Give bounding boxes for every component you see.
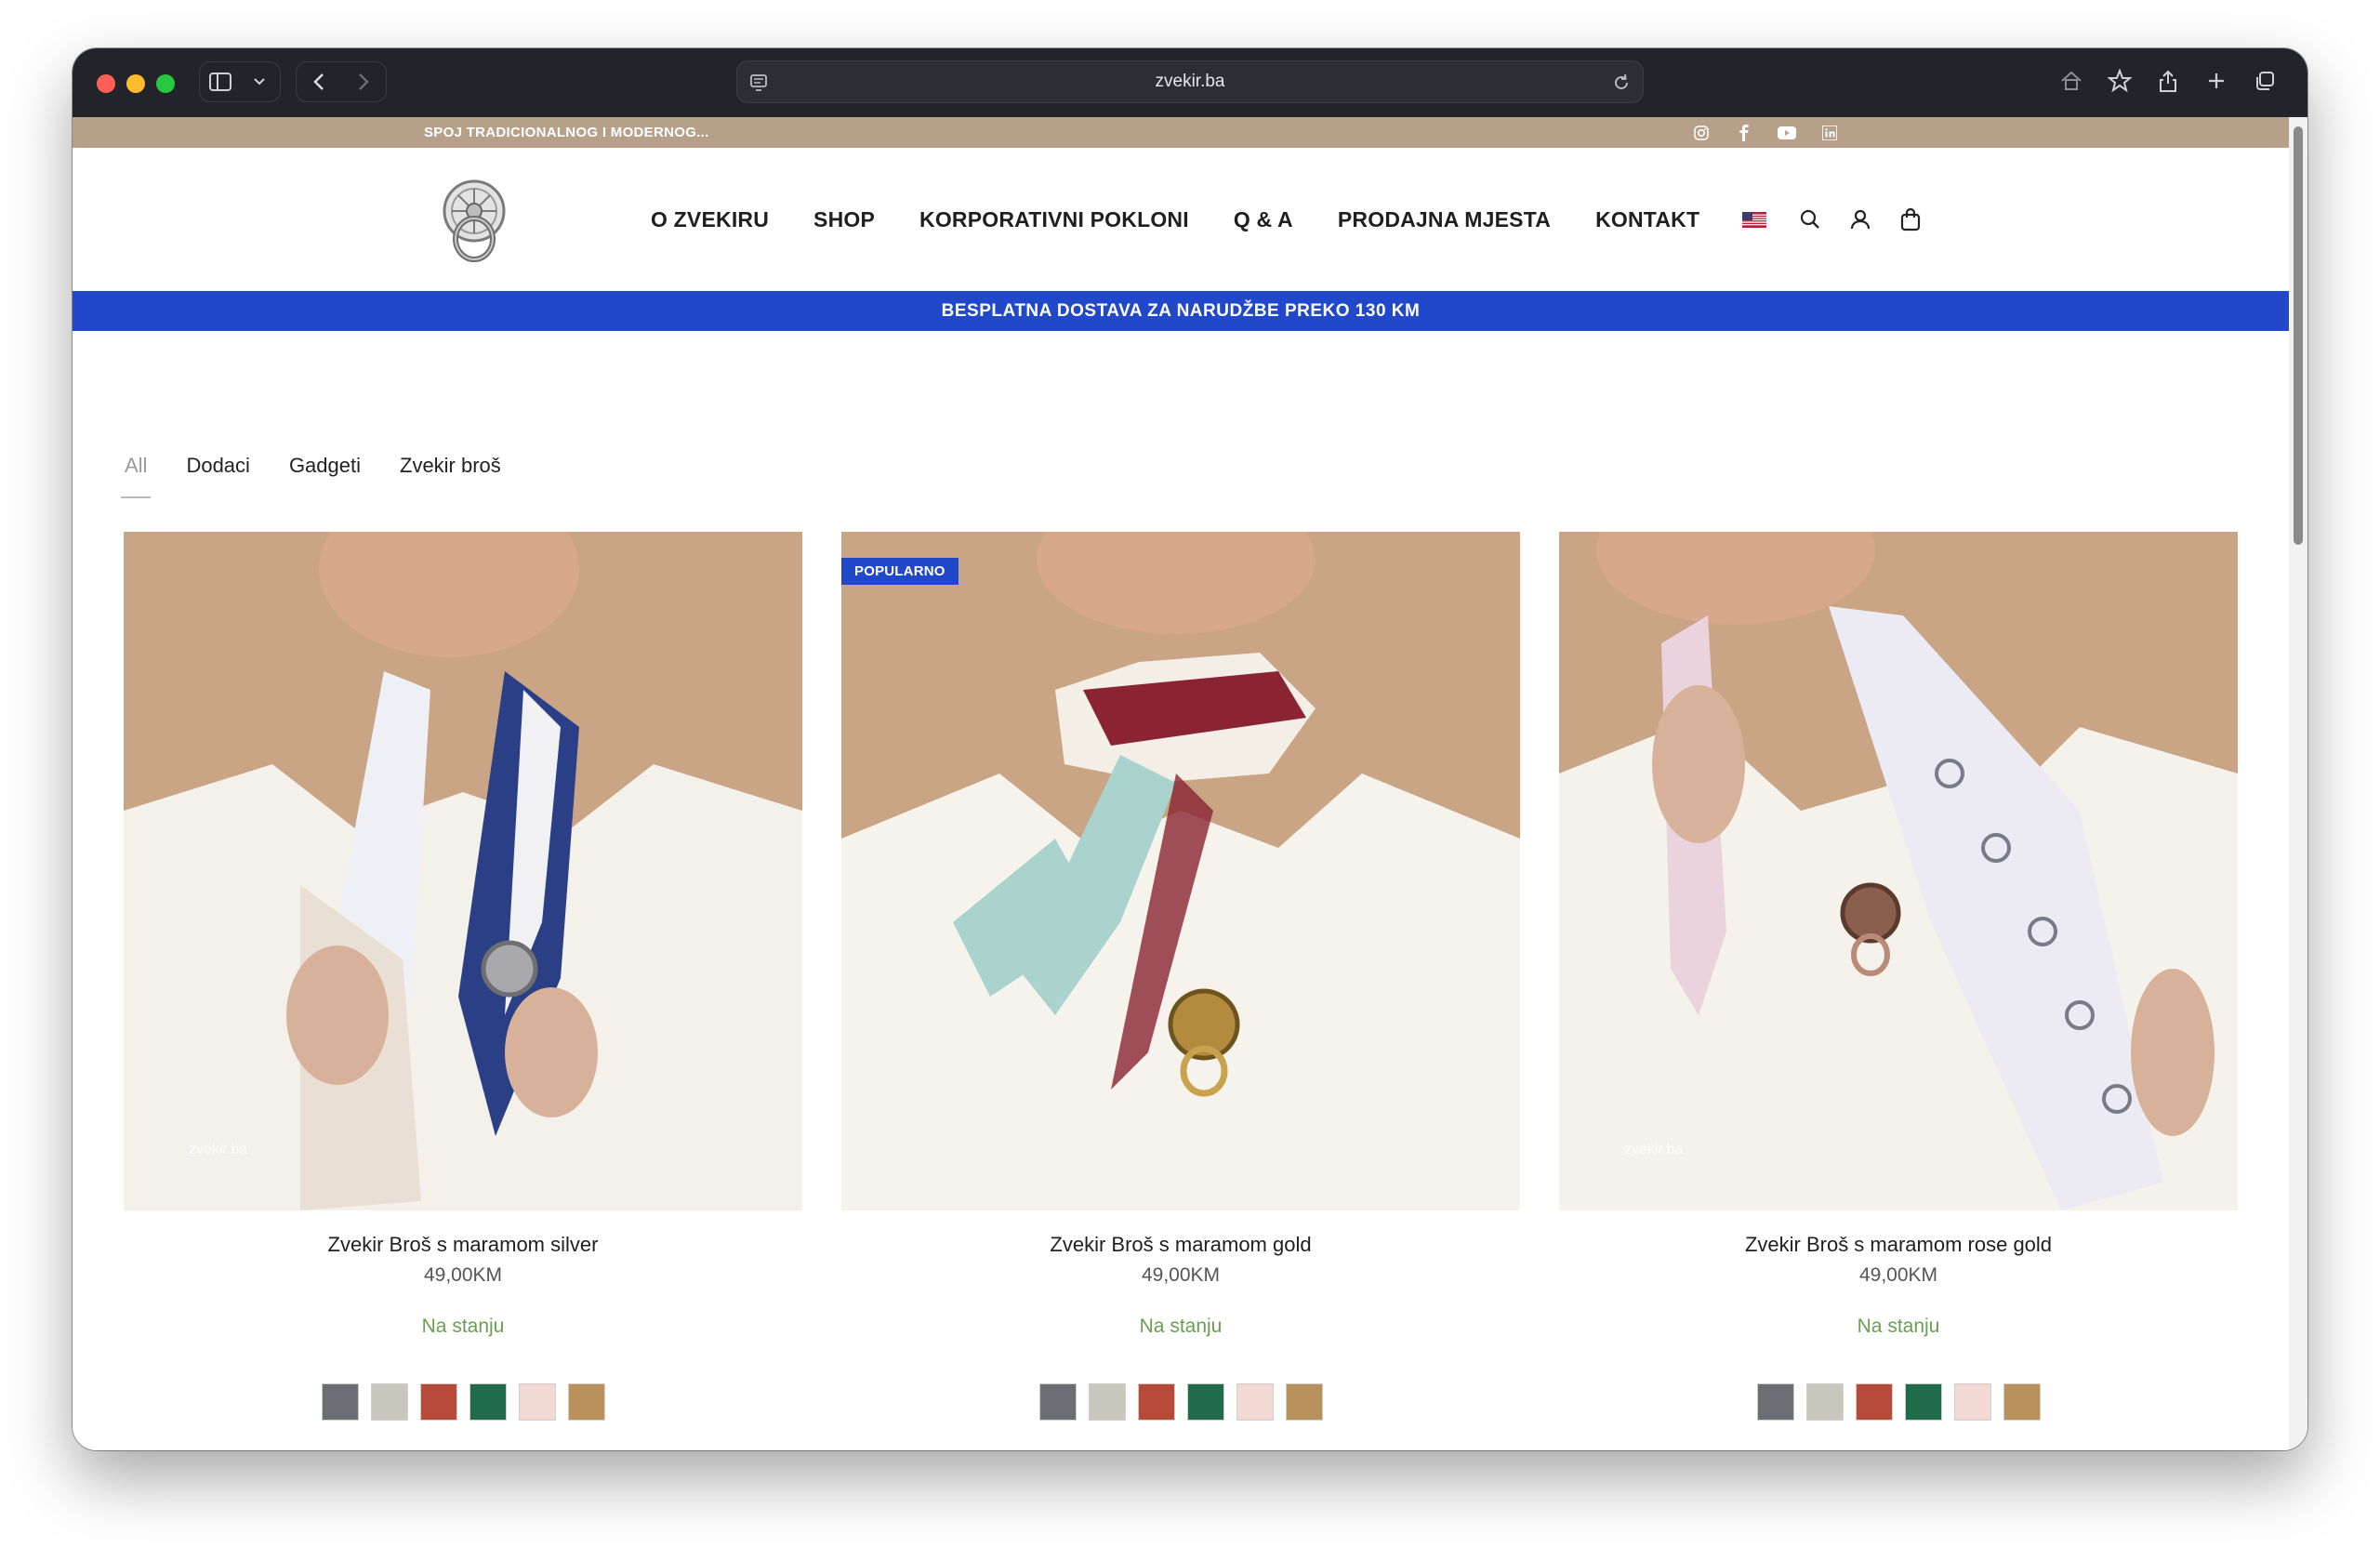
sidebar-toggle-group (199, 61, 281, 102)
toolbar-right-group (2051, 61, 2291, 102)
swatch-light[interactable] (370, 1383, 408, 1421)
tab-overview-icon[interactable] (2244, 61, 2285, 100)
product-price: 49,00KM (1858, 1264, 1938, 1286)
swatch-silver[interactable] (1756, 1383, 1794, 1421)
instagram-icon[interactable] (1692, 124, 1711, 142)
category-filters: All Dodaci Gadgeti Zvekir broš (120, 454, 501, 498)
announcement-bar: SPOJ TRADICIONALNOG I MODERNOG... (73, 117, 2289, 148)
nav-korporativni-pokloni[interactable]: KORPORATIVNI POKLONI (919, 207, 1189, 232)
product-photo[interactable]: POPULARNO (841, 532, 1520, 1210)
nav-prodajna-mjesta[interactable]: PRODAJNA MJESTA (1338, 207, 1551, 232)
page-scrollbar[interactable] (2289, 117, 2307, 1450)
minimize-window-button[interactable] (126, 74, 145, 93)
browser-toolbar: zvekir.ba (73, 48, 2307, 117)
sidebar-icon[interactable] (200, 62, 241, 101)
site-header: O ZVEKIRU SHOP KORPORATIVNI POKLONI Q & … (73, 148, 2289, 291)
product-name[interactable]: Zvekir Broš s maramom rose gold (1559, 1233, 2238, 1257)
web-page: SPOJ TRADICIONALNOG I MODERNOG... O ZVEK… (73, 117, 2289, 1450)
swatch-red[interactable] (419, 1383, 457, 1421)
linkedin-icon[interactable] (1820, 124, 1839, 142)
photo-watermark: zvekir.ba (189, 1142, 248, 1157)
swatch-gold[interactable] (2003, 1383, 2041, 1421)
filter-dodaci[interactable]: Dodaci (186, 454, 249, 491)
product-photo[interactable]: zvekir.ba (1559, 532, 2238, 1210)
zvekir-logo[interactable] (431, 178, 517, 267)
home-icon[interactable] (2051, 61, 2092, 100)
swatch-silver[interactable] (321, 1383, 359, 1421)
photo-watermark: zvekir.ba (1624, 1142, 1684, 1157)
history-nav-group (296, 61, 387, 102)
social-links (1692, 117, 1839, 148)
product-photo[interactable]: zvekir.ba (124, 532, 802, 1210)
forward-icon[interactable] (343, 62, 384, 101)
color-swatches (1559, 1383, 2238, 1421)
swatch-pink[interactable] (518, 1383, 556, 1421)
nav-o-zvekiru[interactable]: O ZVEKIRU (651, 207, 769, 232)
swatch-gold[interactable] (567, 1383, 605, 1421)
youtube-icon[interactable] (1778, 124, 1796, 142)
stock-status: Na stanju (421, 1316, 505, 1337)
chevron-down-icon[interactable] (239, 62, 280, 101)
swatch-gold[interactable] (1285, 1383, 1323, 1421)
filter-gadgeti[interactable]: Gadgeti (289, 454, 361, 491)
swatch-red[interactable] (1855, 1383, 1893, 1421)
filter-zvekir-bros[interactable]: Zvekir broš (400, 454, 501, 491)
swatch-green[interactable] (1904, 1383, 1942, 1421)
account-icon[interactable] (1846, 205, 1874, 233)
swatch-light[interactable] (1088, 1383, 1126, 1421)
back-icon[interactable] (298, 62, 339, 101)
browser-window: zvekir.ba SPOJ TRADICIONALNOG I MODERNOG… (73, 48, 2307, 1450)
swatch-light[interactable] (1805, 1383, 1844, 1421)
tagline: SPOJ TRADICIONALNOG I MODERNOG... (424, 125, 709, 140)
nav-shop[interactable]: SHOP (813, 207, 875, 232)
search-icon[interactable] (1796, 205, 1824, 233)
cart-icon[interactable] (1897, 205, 1924, 233)
stock-status: Na stanju (1139, 1316, 1223, 1337)
popular-badge: POPULARNO (841, 558, 959, 585)
url-text[interactable]: zvekir.ba (737, 61, 1643, 102)
address-bar[interactable]: zvekir.ba (736, 60, 1644, 103)
swatch-pink[interactable] (1236, 1383, 1274, 1421)
swatch-green[interactable] (469, 1383, 507, 1421)
product-price: 49,00KM (423, 1264, 503, 1286)
new-tab-icon[interactable] (2196, 61, 2237, 100)
swatch-green[interactable] (1186, 1383, 1224, 1421)
swatch-pink[interactable] (1953, 1383, 1991, 1421)
zoom-window-button[interactable] (156, 74, 175, 93)
stock-status: Na stanju (1857, 1316, 1940, 1337)
nav-kontakt[interactable]: KONTAKT (1595, 207, 1699, 232)
color-swatches (841, 1383, 1520, 1421)
nav-q-and-a[interactable]: Q & A (1234, 207, 1293, 232)
product-name[interactable]: Zvekir Broš s maramom silver (124, 1233, 802, 1257)
color-swatches (124, 1383, 802, 1421)
close-window-button[interactable] (97, 74, 115, 93)
free-shipping-banner: BESPLATNA DOSTAVA ZA NARUDŽBE PREKO 130 … (73, 291, 2289, 331)
product-price: 49,00KM (1141, 1264, 1221, 1286)
reload-icon[interactable] (1611, 73, 1632, 93)
bookmark-star-icon[interactable] (2099, 61, 2140, 100)
header-actions (1796, 148, 1924, 291)
swatch-silver[interactable] (1038, 1383, 1077, 1421)
facebook-icon[interactable] (1735, 124, 1753, 142)
swatch-red[interactable] (1137, 1383, 1175, 1421)
scrollbar-thumb[interactable] (2294, 126, 2303, 545)
product-name[interactable]: Zvekir Broš s maramom gold (841, 1233, 1520, 1257)
filter-all[interactable]: All (120, 454, 152, 498)
share-icon[interactable] (2148, 61, 2188, 100)
us-flag-icon[interactable] (1742, 211, 1767, 228)
main-navigation: O ZVEKIRU SHOP KORPORATIVNI POKLONI Q & … (651, 148, 1767, 291)
